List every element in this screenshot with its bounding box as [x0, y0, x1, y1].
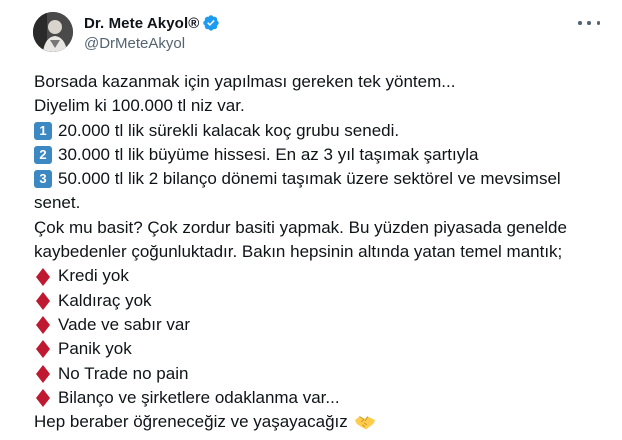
red-diamond-icon [36, 340, 50, 359]
red-diamond-icon [36, 389, 50, 407]
principle-text: No Trade no pain [58, 363, 189, 383]
step-3: 3 50.000 tl lik 2 bilanço dönemi taşımak… [34, 167, 604, 191]
step-1: 1 20.000 tl lik sürekli kalacak koç grub… [34, 119, 604, 143]
verified-badge-icon [203, 15, 220, 31]
more-options-icon[interactable] [578, 14, 600, 32]
closing-line: Hep beraber öğreneceğiz ve yaşayacağız [34, 410, 604, 434]
principle-item: Vade ve sabır var [34, 313, 604, 337]
step-3-continuation: senet. [34, 193, 81, 213]
closing-text: Hep beraber öğreneceğiz ve yaşayacağız [34, 412, 348, 432]
intro-line: Borsada kazanmak için yapılması gereken … [34, 72, 456, 91]
red-diamond-icon [36, 364, 50, 383]
tweet-card: Dr. Mete Akyol® @DrMeteAkyol Borsada kaz… [0, 0, 622, 440]
handshake-icon [354, 416, 375, 430]
principle-item: Kaldıraç yok [34, 289, 604, 313]
keycap-1-icon: 1 [34, 121, 52, 140]
step-2-text: 30.000 tl lik büyüme hissesi. En az 3 yı… [58, 144, 479, 164]
keycap-2-icon: 2 [34, 146, 52, 165]
step-3-text: 50.000 tl lik 2 bilanço dönemi taşımak ü… [58, 169, 561, 189]
principle-item: No Trade no pain [34, 362, 604, 386]
principle-text: Kredi yok [58, 266, 129, 286]
premise-line: Diyelim ki 100.000 tl niz var. [34, 96, 245, 116]
principle-item: Panik yok [34, 337, 604, 361]
red-diamond-icon [36, 267, 50, 286]
red-diamond-icon [36, 291, 50, 310]
principle-text: Panik yok [58, 339, 132, 359]
author-header: Dr. Mete Akyol® @DrMeteAkyol [84, 13, 220, 52]
paragraph-line-2: kaybedenler çoğunluktadır. Bakın hepsini… [34, 242, 563, 262]
user-handle[interactable]: @DrMeteAkyol [84, 35, 220, 52]
red-diamond-icon [36, 316, 50, 335]
step-2: 2 30.000 tl lik büyüme hissesi. En az 3 … [34, 143, 604, 167]
principle-text: Vade ve sabır var [58, 314, 190, 334]
step-1-text: 20.000 tl lik sürekli kalacak koç grubu … [58, 120, 400, 140]
display-name[interactable]: Dr. Mete Akyol® [84, 15, 199, 32]
paragraph-line-1: Çok mu basit? Çok zordur basiti yapmak. … [34, 217, 567, 237]
principle-item: Bilanço ve şirketlere odaklanma var... [34, 386, 604, 410]
principle-text: Bilanço ve şirketlere odaklanma var... [58, 387, 340, 407]
principle-text: Kaldıraç yok [58, 290, 152, 310]
profile-photo-icon [33, 12, 73, 52]
principle-item: Kredi yok [34, 264, 604, 288]
avatar[interactable] [33, 12, 73, 52]
tweet-text: Borsada kazanmak için yapılması gereken … [34, 70, 604, 434]
keycap-3-icon: 3 [34, 170, 52, 189]
